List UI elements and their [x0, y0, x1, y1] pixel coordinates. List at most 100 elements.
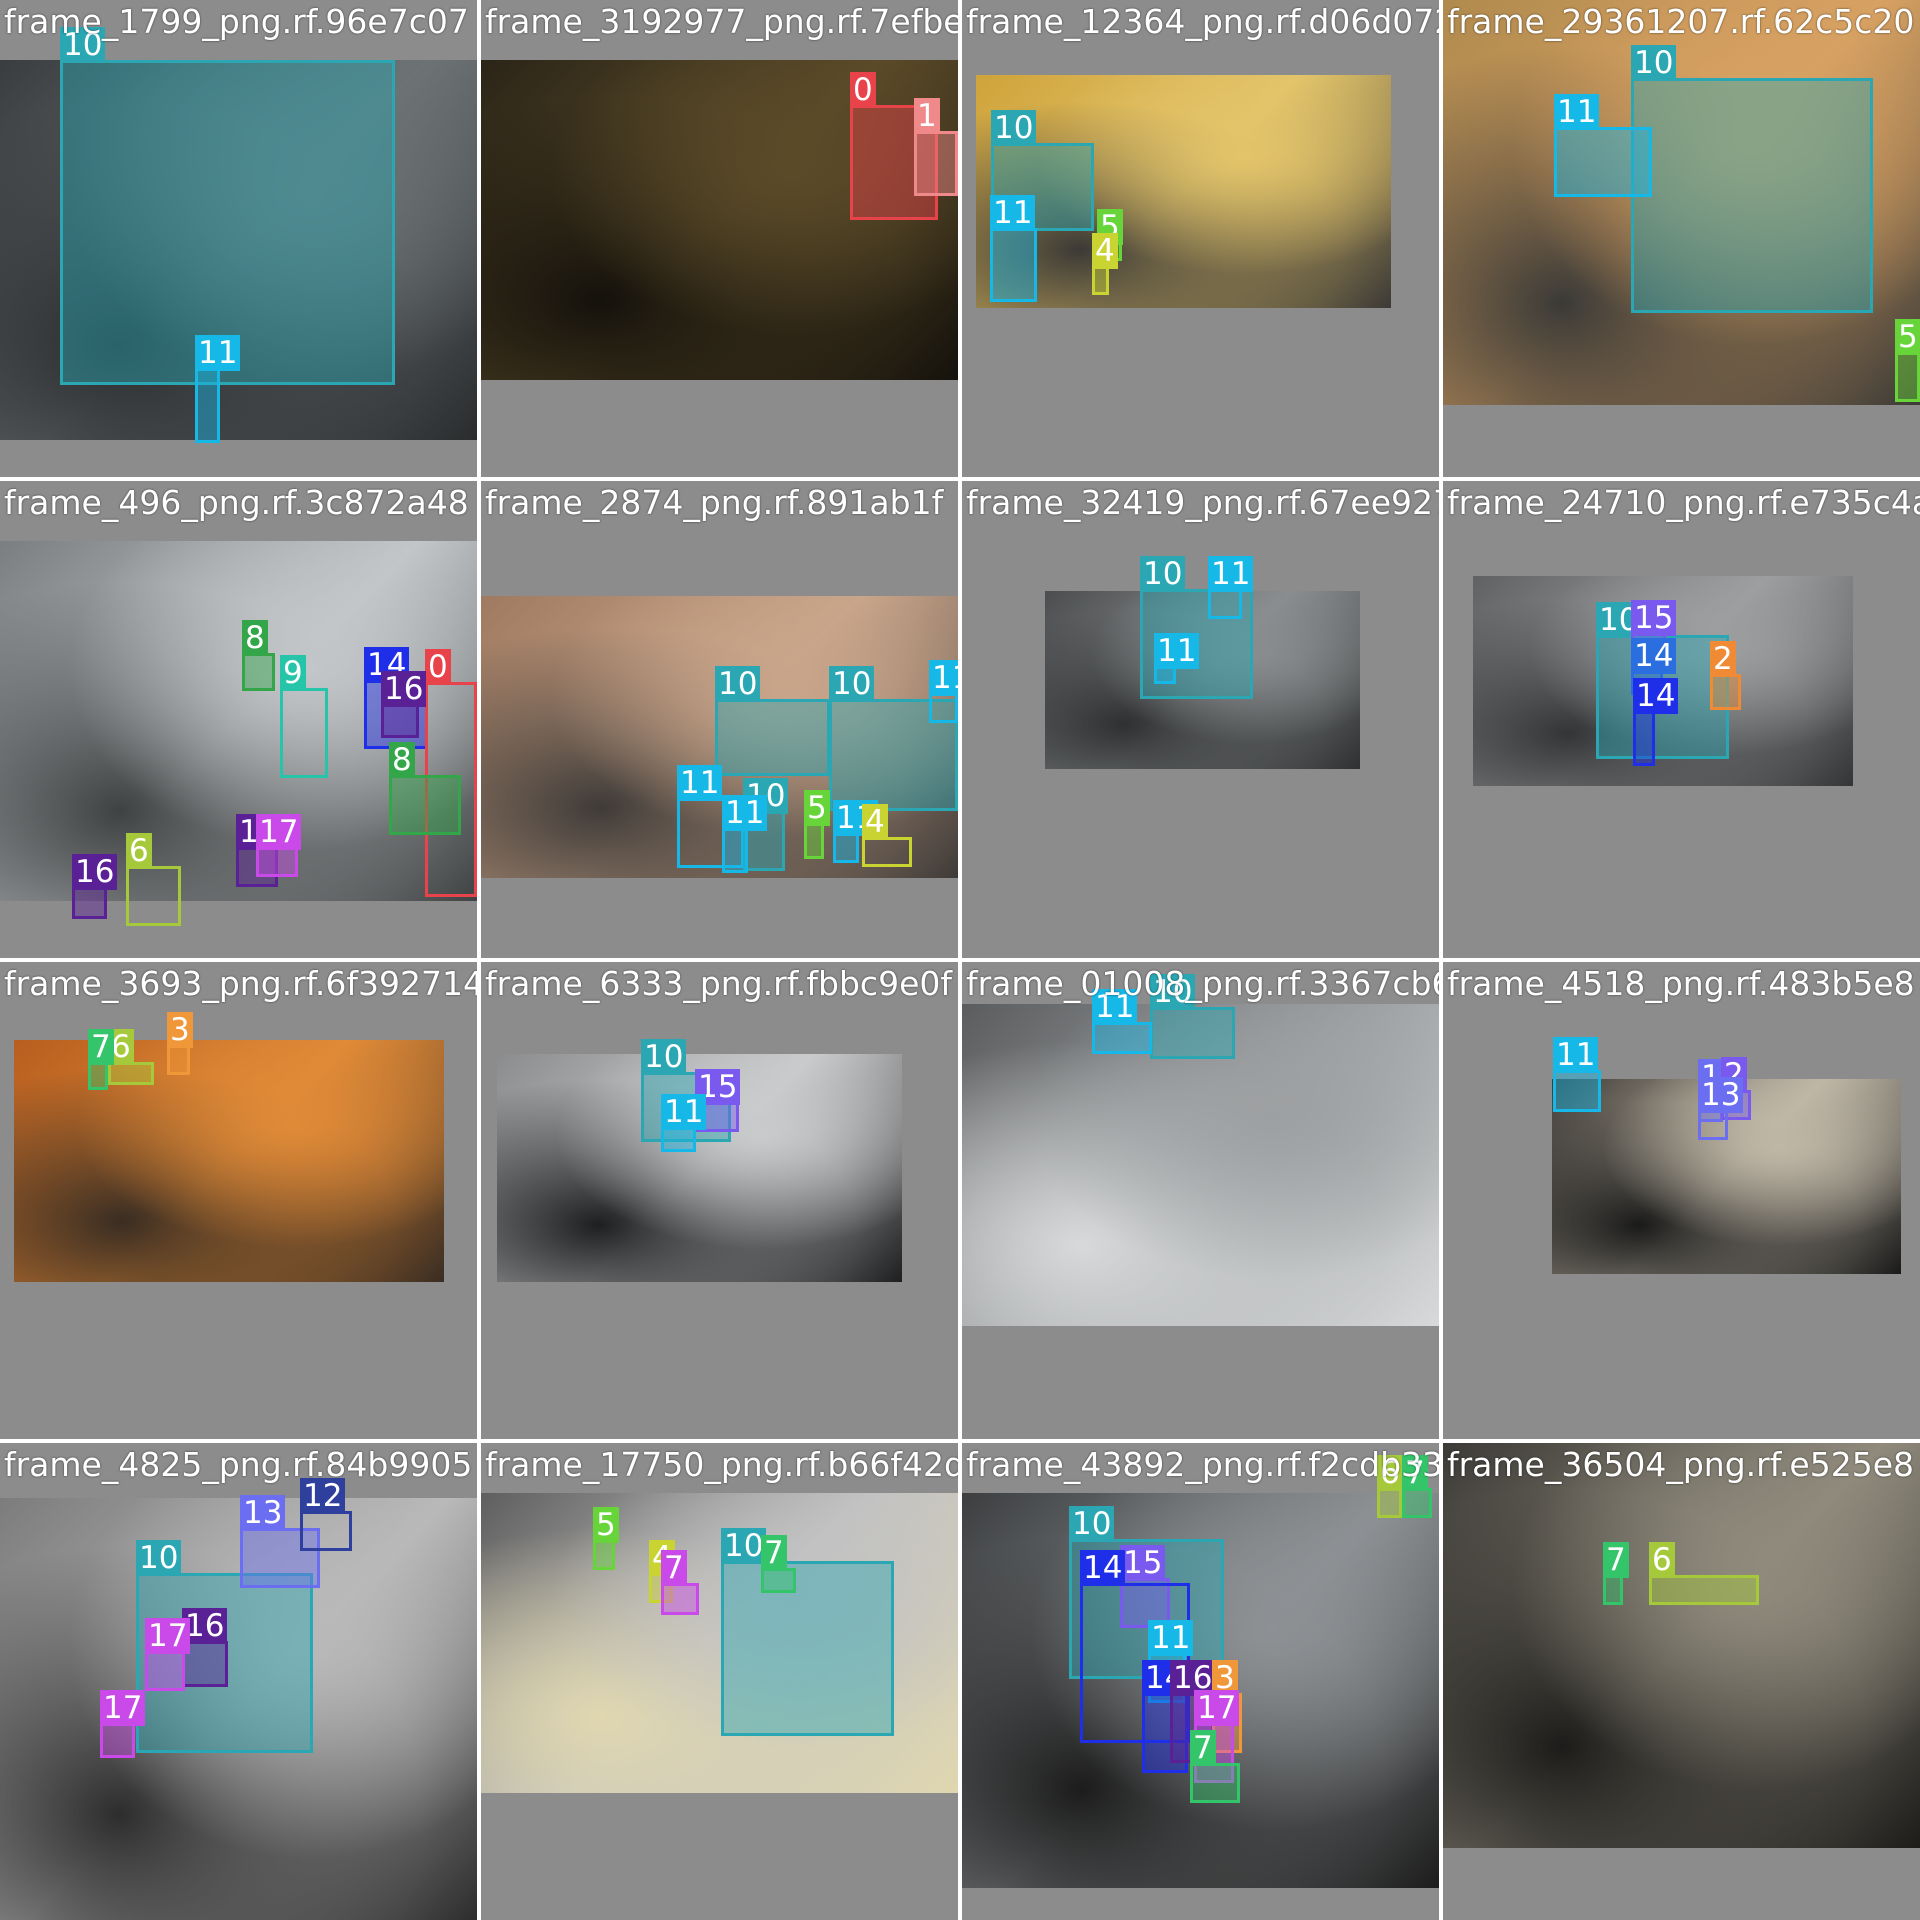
detection-box: 2 [1710, 641, 1741, 710]
segmentation-mask [1557, 130, 1649, 194]
detection-box: 6 [1649, 1542, 1759, 1605]
class-label: 17 [256, 814, 302, 850]
detection-box: 11 [1554, 94, 1652, 197]
class-label: 14 [1080, 1550, 1126, 1586]
tile-filename: frame_496_png.rf.3c872a48 [4, 483, 469, 522]
detection-box: 10 [721, 1528, 894, 1736]
detection-box: 5 [1895, 319, 1920, 402]
segmentation-mask [111, 1065, 151, 1082]
class-label: 10 [1069, 1506, 1115, 1542]
detection-box: 11 [1154, 633, 1200, 684]
detection-box: 4 [1092, 233, 1118, 295]
class-label: 10 [1140, 556, 1186, 592]
class-label: 7 [88, 1029, 114, 1065]
detection-box: 10 [1631, 45, 1873, 313]
class-label: 9 [280, 655, 306, 691]
detection-box: 9 [280, 655, 328, 778]
detection-box: 7 [761, 1535, 796, 1593]
segmentation-mask [1606, 1578, 1620, 1602]
class-label: 15 [1120, 1545, 1166, 1581]
mosaic-tile[interactable]: 10 11 frame_1799_png.rf.96e7c07 [0, 0, 477, 477]
detection-box: 7 [88, 1029, 114, 1090]
tile-filename: frame_1799_png.rf.96e7c07 [4, 2, 469, 41]
mosaic-grid: 10 11 frame_1799_png.rf.96e7c07 0 1 frame_319… [0, 0, 1920, 1920]
class-label: 5 [1895, 319, 1920, 355]
detection-box: 16 [381, 671, 427, 738]
detection-box: 13 [1698, 1077, 1744, 1140]
detection-box: 11 [833, 800, 879, 863]
class-label: 11 [677, 765, 723, 801]
class-label: 10 [829, 666, 875, 702]
segmentation-mask [724, 1564, 891, 1733]
mosaic-tile[interactable]: 1113213frame_4518_png.rf.483b5e8 [1443, 962, 1920, 1439]
mosaic-tile[interactable]: 0 1 frame_3192977_png.rf.7efbeca4f6 [481, 0, 958, 477]
class-label: 16 [72, 854, 118, 890]
mosaic-tile[interactable]: 891401686161716frame_496_png.rf.3c872a48 [0, 481, 477, 958]
segmentation-mask [245, 656, 272, 688]
mosaic-tile[interactable]: 10 15 14 11 14 16 3 17 7 6 7 frame_43892_png.rf.f2c… [962, 1443, 1439, 1920]
mosaic-tile[interactable]: 10 13 12 16 17 17 frame_4825_png.rf.84b9905 [0, 1443, 477, 1920]
tile-photo [1443, 1443, 1920, 1848]
tile-filename: frame_43892_png.rf.f2cdb33d [966, 1445, 1439, 1484]
class-label: 16 [381, 671, 427, 707]
segmentation-mask [259, 850, 295, 874]
segmentation-mask [836, 836, 856, 860]
class-label: 11 [1554, 94, 1600, 130]
detection-box: 8 [389, 742, 461, 835]
mosaic-tile[interactable]: 3 6 7 frame_3693_png.rf.6f392714 [0, 962, 477, 1439]
class-label: 7 [761, 1535, 787, 1571]
class-label: 10 [641, 1039, 687, 1075]
detection-box: 11 [1553, 1037, 1601, 1112]
tile-filename: frame_12364_png.rf.d06d072 [966, 2, 1439, 41]
class-label: 13 [240, 1495, 286, 1531]
mosaic-tile[interactable]: 10 11 frame_01008_png.rf.3367cb6f [962, 962, 1439, 1439]
detection-box: 10 [1150, 974, 1235, 1059]
segmentation-mask [725, 831, 745, 870]
mosaic-tile[interactable]: 10 11 5 4 frame_12364_png.rf.d06d072 [962, 0, 1439, 477]
detection-box: 17 [145, 1618, 191, 1691]
tile-filename: frame_3192977_png.rf.7efbeca4f6 [485, 2, 958, 41]
detection-box: 17 [256, 814, 302, 877]
mosaic-tile[interactable]: 10 15 11 frame_6333_png.rf.fbbc9e0f [481, 962, 958, 1439]
tile-filename: frame_29361207.rf.62c5c20 [1447, 2, 1915, 41]
detection-box: 10 [715, 666, 830, 776]
class-label: 8 [242, 620, 268, 656]
class-label: 10 [721, 1528, 767, 1564]
mosaic-tile[interactable]: 10 11 11 frame_32419_png.rf.67ee927 [962, 481, 1439, 958]
class-label: 11 [1553, 1037, 1599, 1073]
detection-box: 11 [990, 195, 1037, 302]
detection-box: 11 [929, 660, 958, 723]
tile-photo [14, 1040, 444, 1282]
mosaic-tile[interactable]: 7 6 frame_36504_png.rf.e525e8 [1443, 1443, 1920, 1920]
mosaic-tile[interactable]: 10 11 5 frame_29361207.rf.62c5c20 [1443, 0, 1920, 477]
segmentation-mask [91, 1065, 105, 1087]
class-label: 5 [804, 790, 830, 826]
detection-box: 3 [167, 1012, 193, 1075]
segmentation-mask [1556, 1073, 1598, 1109]
class-label: 11 [929, 660, 958, 696]
detection-box: 7 [661, 1550, 699, 1615]
mosaic-tile[interactable]: 107547frame_17750_png.rf.b66f42d [481, 1443, 958, 1920]
class-label: 5 [593, 1507, 619, 1543]
detection-box: 11 [1208, 556, 1254, 619]
detection-box: 7 [1190, 1730, 1240, 1803]
segmentation-mask [1898, 355, 1917, 399]
class-label: 10 [715, 666, 761, 702]
class-label: 0 [850, 72, 876, 108]
detection-box: 11 [722, 795, 768, 873]
detection-box: 6 [126, 833, 181, 926]
detection-box: 11 [1092, 989, 1152, 1054]
segmentation-mask [807, 826, 821, 856]
class-label: 17 [1194, 1690, 1240, 1726]
tile-filename: frame_24710_png.rf.e735c4a [1447, 483, 1920, 522]
class-label: 10 [136, 1540, 182, 1576]
detection-box: 1 [914, 98, 958, 196]
segmentation-mask [917, 134, 955, 193]
mosaic-tile[interactable]: 10 15 14 14 2 frame_24710_png.rf.e735c4a [1443, 481, 1920, 958]
segmentation-mask [148, 1654, 182, 1688]
class-label: 11 [1148, 1620, 1194, 1656]
mosaic-tile[interactable]: 1010111110115114frame_2874_png.rf.891ab1… [481, 481, 958, 958]
segmentation-mask [384, 707, 416, 735]
class-label: 11 [722, 795, 768, 831]
class-label: 6 [1649, 1542, 1675, 1578]
